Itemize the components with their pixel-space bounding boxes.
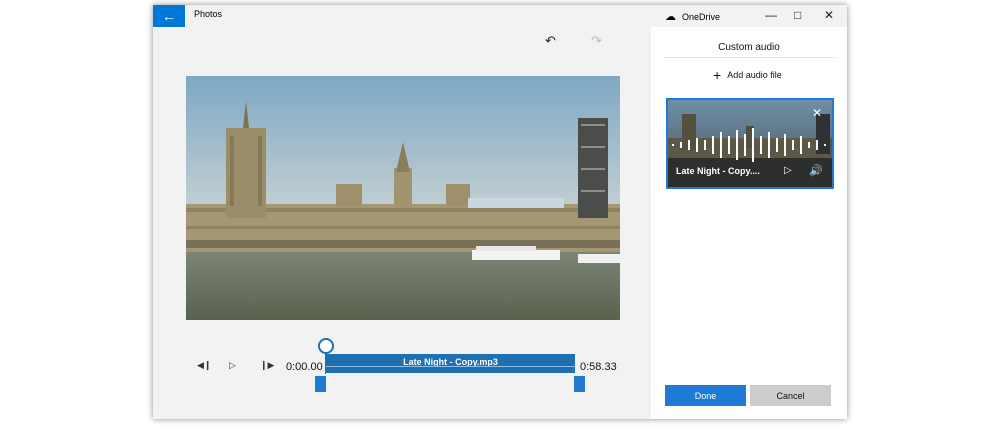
playhead-handle[interactable] xyxy=(318,338,334,354)
previous-frame-icon[interactable]: ◀❙ xyxy=(197,360,211,371)
close-icon[interactable]: ✕ xyxy=(824,8,834,22)
preview-play-icon[interactable]: ▷ xyxy=(784,165,792,176)
arrow-left-icon: ← xyxy=(162,8,176,24)
playhead-line xyxy=(325,352,326,374)
app-title: Photos xyxy=(194,9,223,19)
add-audio-label: Add audio file xyxy=(727,70,782,80)
audio-card-title: Late Night - Copy.... xyxy=(676,166,760,176)
cancel-button[interactable]: Cancel xyxy=(750,385,831,406)
maximize-icon[interactable]: □ xyxy=(794,8,801,22)
end-time: 0:58.33 xyxy=(580,361,617,373)
add-audio-button[interactable]: + Add audio file xyxy=(713,67,782,83)
redo-icon[interactable]: ↷ xyxy=(591,33,602,49)
done-button[interactable]: Done xyxy=(665,385,746,406)
audio-card[interactable]: ✕ Late Night - Copy.... ▷ 🔊 xyxy=(666,98,834,189)
onedrive-label: OneDrive xyxy=(682,11,721,22)
trim-start-handle[interactable] xyxy=(315,376,326,392)
preview-image xyxy=(186,76,620,320)
track-waveline xyxy=(326,366,575,367)
trim-end-handle[interactable] xyxy=(574,376,585,392)
back-button[interactable]: ← xyxy=(153,5,185,27)
video-preview xyxy=(186,76,620,320)
audio-track[interactable]: Late Night - Copy.mp3 xyxy=(326,354,575,373)
panel-divider xyxy=(663,57,835,58)
minimize-icon[interactable]: — xyxy=(765,8,777,22)
plus-icon: + xyxy=(713,67,722,83)
panel-title: Custom audio xyxy=(718,42,780,53)
start-time: 0:00.00 xyxy=(286,361,323,373)
onedrive-status[interactable]: ☁ OneDrive xyxy=(665,10,720,23)
remove-audio-icon[interactable]: ✕ xyxy=(812,106,822,120)
cloud-off-icon: ☁ xyxy=(665,11,676,23)
undo-icon[interactable]: ↶ xyxy=(545,33,556,49)
volume-icon[interactable]: 🔊 xyxy=(809,164,823,177)
next-frame-icon[interactable]: ❙▶ xyxy=(260,360,274,371)
play-icon[interactable]: ▷ xyxy=(229,360,236,371)
custom-audio-panel: Custom audio + Add audio file ✕ Late Nig… xyxy=(651,27,847,419)
photos-window: ← Photos ↶ ↷ ◀❙ ▷ ❙▶ 0:00.00 Late Night … xyxy=(153,5,847,419)
